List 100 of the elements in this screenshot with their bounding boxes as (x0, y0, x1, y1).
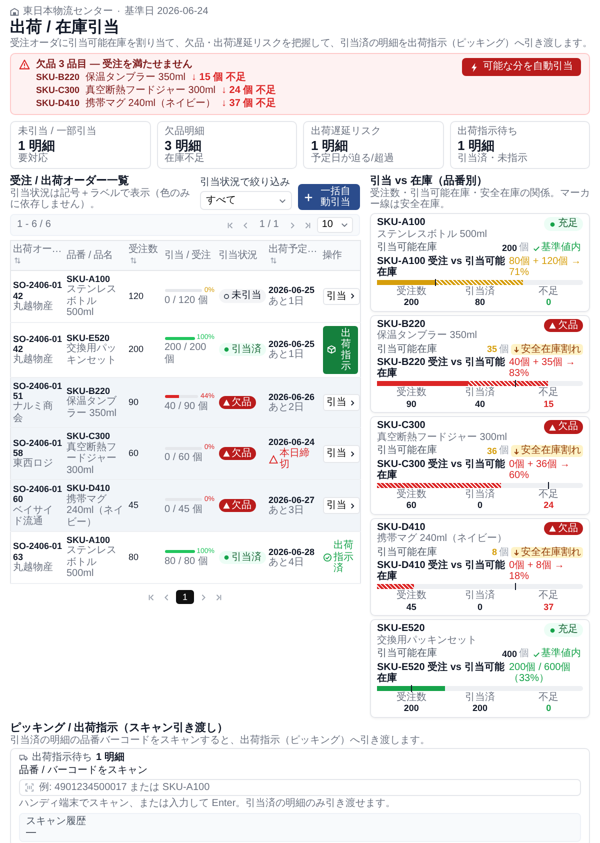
next-page-icon (200, 594, 206, 601)
sort-icon[interactable] (14, 257, 21, 264)
circle-icon (222, 292, 230, 300)
figure-value: 40 (474, 398, 486, 410)
figure-value: 80 (474, 297, 486, 308)
comparison-value: 80個 + 120個 → 71% (509, 256, 582, 278)
order-quantity: 200 (128, 344, 144, 354)
plus-icon (304, 192, 313, 202)
column-header[interactable]: 出荷予定… (266, 240, 320, 270)
last-page-icon (214, 594, 222, 601)
sku-code: SKU-C300 (36, 84, 80, 96)
check-icon (533, 650, 540, 658)
next-page-icon (288, 222, 296, 229)
warehouse-icon (10, 7, 19, 16)
sku-code: SKU-D410 (377, 522, 426, 533)
page-size-select[interactable]: 10 (316, 217, 353, 233)
allocation-count: 0 / 45 個 (164, 504, 204, 516)
stock-label: 引当可能在庫 (377, 445, 437, 457)
sku-code: SKU-B220 (36, 71, 80, 84)
first-page-icon (227, 222, 234, 229)
stock-state-text: 基準値内 (541, 648, 581, 660)
due-text: あと3日 (268, 505, 306, 517)
figure-value: 15 (542, 398, 555, 410)
product-name: ステンレスボトル 500ml (377, 228, 488, 240)
sku-code: SKU-C300 (66, 431, 112, 442)
allocation-count: 200 / 200 個 (164, 342, 208, 366)
result-range: 1 - 6 / 6 (17, 219, 51, 231)
ship-date: 2026-06-25 (268, 285, 316, 296)
figure-value: 0 (545, 297, 552, 308)
page-status: 1 / 1 (258, 219, 280, 231)
allocation-count: 80 / 80 個 (164, 556, 209, 568)
allocation-count: 40 / 90 個 (164, 400, 209, 412)
order-quantity: 90 (128, 396, 139, 407)
warning-icon (549, 424, 556, 431)
auto-allocate-button[interactable]: 可能な分を自動引当 (462, 58, 581, 76)
figure-value: 37 (542, 602, 555, 612)
check-circle-icon (322, 553, 332, 562)
figure-label: 受注数 (395, 591, 428, 602)
scan-field[interactable]: 例: 4901234500017 または SKU-A100 (19, 778, 581, 796)
column-header[interactable]: 出荷オー… (10, 240, 64, 270)
due-text: あと4日 (268, 556, 306, 568)
previous-page-icon (163, 594, 170, 601)
comparison-label: SKU-E520 受注 vs 引当可能在庫 (377, 662, 505, 684)
bulk-allocate-button[interactable]: 一括自動引当 (298, 184, 360, 210)
order-quantity: 60 (128, 448, 139, 458)
comparison-label: SKU-C300 受注 vs 引当可能在庫 (377, 458, 505, 481)
stat-value: 3 明細 (164, 138, 202, 153)
due-text: 本日締切 (280, 448, 310, 471)
dot-icon (549, 220, 556, 228)
allocate-button[interactable]: 引当 (322, 288, 360, 306)
ship-date: 2026-06-28 (268, 546, 316, 557)
figure-value: 24 (542, 500, 555, 511)
scan-hint: ハンディ端末でスキャン、または入力して Enter。引当済の明細のみ引き渡せます。 (19, 798, 397, 810)
status-text: 引当済 (232, 552, 262, 564)
column-header[interactable]: 受注数 (126, 240, 162, 270)
history-label: スキャン履歴 (26, 816, 87, 828)
stock-label: 引当可能在庫 (377, 242, 437, 254)
stock-quantity: 200 (502, 242, 517, 254)
sku-code: SKU-A100 (66, 535, 112, 546)
chevron-down-icon (341, 222, 348, 228)
stock-quantity: 400 (502, 648, 517, 660)
due-text: あと1日 (268, 296, 306, 308)
allocate-button[interactable]: 引当 (322, 394, 360, 412)
allocate-button[interactable]: 引当 (322, 496, 360, 514)
ship-instruction-button[interactable]: 出荷指示 (322, 326, 358, 374)
chevron-right-icon (348, 400, 356, 406)
figure-value: 200 (471, 703, 488, 714)
figure-label: 受注数 (395, 692, 428, 704)
column-header: 引当状況 (216, 240, 266, 270)
shortage-amount: ↓ 37 個 不足 (222, 98, 276, 110)
warning-icon (549, 322, 556, 330)
figure-label: 不足 (538, 591, 560, 602)
order-quantity: 45 (128, 500, 139, 510)
sort-icon[interactable] (130, 257, 136, 264)
status-text: 欠品 (558, 421, 578, 433)
warning-icon (222, 502, 230, 510)
product-name: 真空断熱フードジャー 300ml (377, 432, 508, 444)
product-name: 携帯マグ 240ml（ネイビー） (377, 533, 508, 545)
page-button[interactable]: 1 (176, 590, 194, 604)
order-id: SO-2406-0163 (13, 541, 62, 562)
warning-icon (222, 450, 230, 458)
stat-note: 予定日が迫る/超過 (311, 152, 395, 164)
sort-icon[interactable] (270, 257, 276, 264)
down-arrow-icon (513, 448, 520, 455)
filter-select[interactable]: すべて (200, 190, 292, 210)
figure-label: 不足 (538, 490, 560, 500)
stat-note: 引当済・未指示 (458, 152, 528, 164)
status-text: 欠品 (558, 522, 578, 534)
order-id: SO-2406-0158 (13, 438, 62, 458)
stat-note: 要対応 (18, 152, 49, 164)
customer-name: 丸越物産 (13, 562, 54, 574)
order-id: SO-2406-0151 (13, 380, 62, 402)
figure-label: 不足 (538, 286, 560, 298)
section-title: ピッキング / 出荷指示（スキャン引き渡し） (10, 722, 230, 734)
status-text: 充足 (558, 624, 578, 636)
allocate-button[interactable]: 引当 (322, 445, 360, 463)
product-name: ステンレスボトル 500ml (66, 284, 118, 319)
down-arrow-icon (513, 549, 520, 556)
product-name: 保温タンブラー 350ml (377, 330, 478, 342)
customer-name: ナルミ商会 (13, 401, 54, 424)
